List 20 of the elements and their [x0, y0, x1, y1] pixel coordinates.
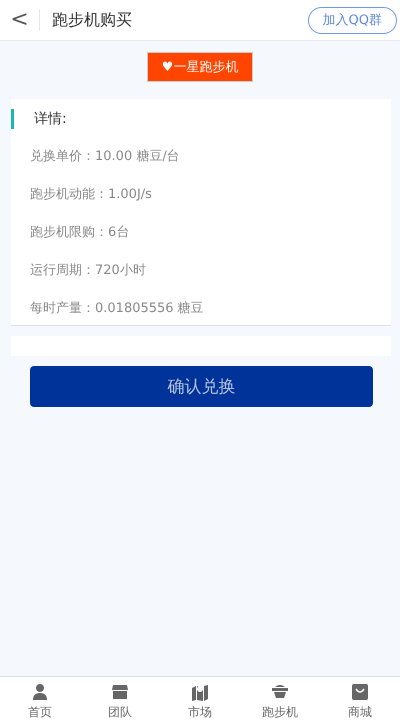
page-title: 跑步机购买: [51, 10, 133, 30]
join-qq-group-button[interactable]: 加入QQ群: [308, 6, 397, 34]
tab-item[interactable]: 商城: [320, 677, 400, 722]
section-title: 详情:: [11, 109, 67, 129]
detail-text: 运行周期：720小时: [30, 262, 146, 280]
detail-text: 跑步机限购：6台: [30, 224, 130, 242]
tab-item[interactable]: 团队: [80, 677, 160, 722]
tab-item[interactable]: 跑步机: [240, 677, 320, 722]
bag-icon: [351, 683, 369, 701]
detail-text: 兑换单价：10.00 糖豆/台: [30, 148, 180, 166]
back-button[interactable]: <: [0, 9, 40, 31]
shop-icon: [111, 683, 129, 701]
detail-text: 每时产量：0.01805556 糖豆: [30, 300, 204, 318]
tab-item[interactable]: 市场: [160, 677, 240, 722]
product-badge: ♥一星跑步机: [146, 52, 254, 82]
map-pin-icon: [191, 683, 209, 701]
person-icon: [31, 683, 49, 701]
detail-text: 跑步机动能：1.00J/s: [30, 186, 152, 204]
tab-item[interactable]: 首页: [0, 677, 80, 722]
confirm-exchange-button[interactable]: 确认兑换: [30, 366, 373, 407]
